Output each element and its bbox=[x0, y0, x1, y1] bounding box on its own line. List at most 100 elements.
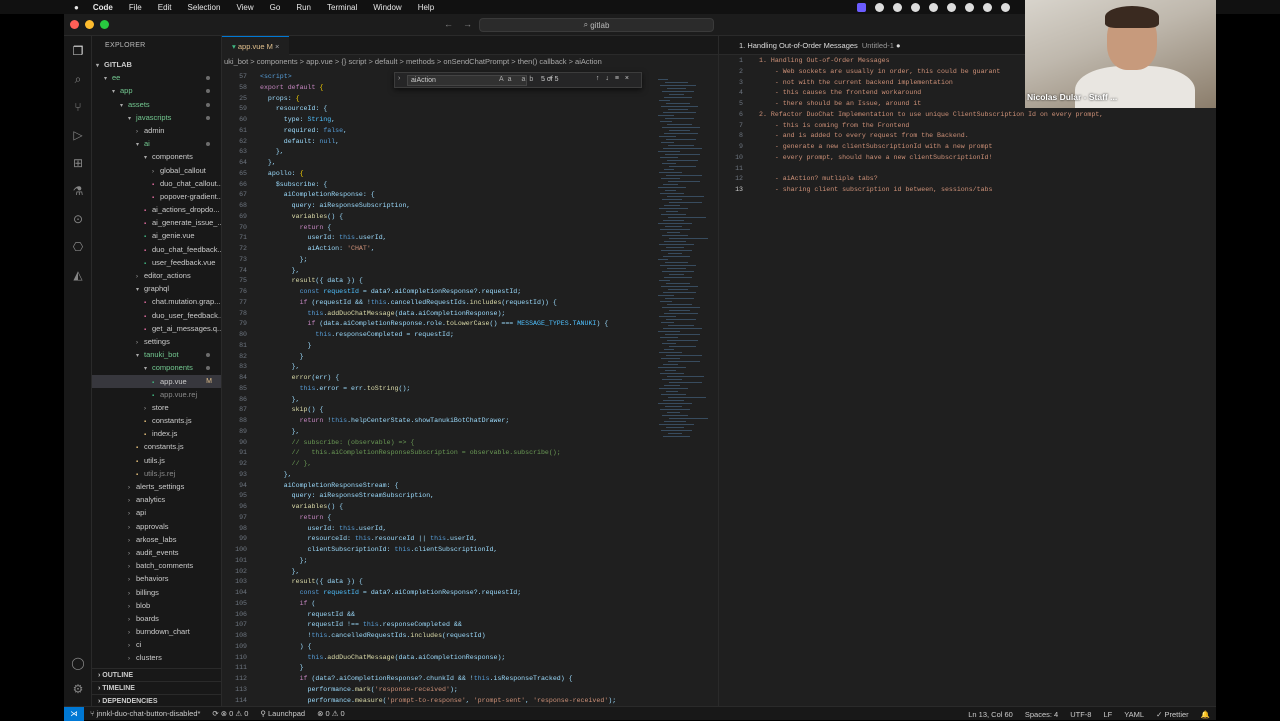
close-icon[interactable]: × bbox=[275, 42, 279, 51]
back-arrow-icon[interactable]: ← bbox=[444, 19, 453, 29]
outline-section[interactable]: › OUTLINE bbox=[92, 668, 221, 681]
language-mode[interactable]: YAML bbox=[1118, 710, 1150, 719]
status-icon[interactable] bbox=[1001, 2, 1010, 12]
remote-explorer-icon[interactable]: ⊙ bbox=[71, 212, 85, 226]
forward-arrow-icon[interactable]: → bbox=[463, 19, 472, 29]
tree-file[interactable]: ▪ app.vue M bbox=[92, 374, 221, 388]
timeline-section[interactable]: › TIMELINE bbox=[92, 681, 221, 694]
cursor-position[interactable]: Ln 13, Col 60 bbox=[962, 710, 1019, 719]
source-control-icon[interactable]: ⑂ bbox=[71, 100, 85, 114]
docker-icon[interactable]: ⎔ bbox=[71, 240, 85, 254]
tree-folder[interactable]: › billings bbox=[92, 586, 221, 599]
account-icon[interactable]: ◯ bbox=[71, 656, 85, 670]
tree-file[interactable]: ▪ get_ai_messages.q... bbox=[92, 322, 221, 335]
line-ending[interactable]: LF bbox=[1097, 710, 1118, 719]
remote-icon[interactable]: ⋊ bbox=[64, 706, 84, 721]
tree-file[interactable]: ▪ app.vue.rej bbox=[92, 388, 221, 401]
tree-folder[interactable]: › settings bbox=[92, 335, 221, 348]
tree-folder[interactable]: › approvals bbox=[92, 520, 221, 533]
tree-file[interactable]: ▪ chat.mutation.grap... bbox=[92, 295, 221, 308]
indentation[interactable]: Spaces: 4 bbox=[1019, 710, 1064, 719]
git-branch[interactable]: ⑂ jnnkl-duo-chat-button-disabled* bbox=[84, 709, 206, 718]
tree-file[interactable]: ▪ utils.js bbox=[92, 454, 221, 467]
menu-window[interactable]: Window bbox=[365, 3, 409, 12]
tree-folder[interactable]: › blob bbox=[92, 599, 221, 612]
tree-folder[interactable]: ▾ tanuki_bot bbox=[92, 348, 221, 361]
tree-folder[interactable]: › boards bbox=[92, 612, 221, 625]
tree-file[interactable]: ▪ ai_actions_dropdo... bbox=[92, 203, 221, 216]
workspace-root[interactable]: ▾ GITLAB bbox=[92, 58, 221, 71]
tree-file[interactable]: ▪ duo_chat_feedback... bbox=[92, 243, 221, 256]
tree-file[interactable]: ▪ ai_genie.vue bbox=[92, 229, 221, 242]
tree-folder[interactable]: › alerts_settings bbox=[92, 480, 221, 493]
status-icon[interactable] bbox=[965, 2, 974, 12]
command-center-search[interactable]: ⌕ gitlab bbox=[479, 18, 714, 32]
zoom-window-button[interactable] bbox=[100, 20, 109, 29]
menu-help[interactable]: Help bbox=[410, 3, 442, 12]
menu-run[interactable]: Run bbox=[288, 3, 319, 12]
tree-folder[interactable]: › api bbox=[92, 506, 221, 519]
problems-count[interactable]: ⊗ 0 ⚠ 0 bbox=[311, 709, 351, 718]
encoding[interactable]: UTF-8 bbox=[1064, 710, 1097, 719]
minimize-window-button[interactable] bbox=[85, 20, 94, 29]
tree-folder[interactable]: ▾ ee bbox=[92, 71, 221, 84]
menu-edit[interactable]: Edit bbox=[150, 3, 180, 12]
tree-folder[interactable]: ▾ graphql bbox=[92, 282, 221, 295]
search-icon[interactable]: ⌕ bbox=[71, 72, 85, 86]
status-icon[interactable] bbox=[983, 2, 992, 12]
tree-folder[interactable]: › analytics bbox=[92, 493, 221, 506]
status-icon[interactable] bbox=[875, 2, 884, 12]
notifications-icon[interactable]: 🔔 bbox=[1195, 710, 1216, 719]
launchpad-button[interactable]: ⚲ Launchpad bbox=[254, 709, 311, 718]
menu-terminal[interactable]: Terminal bbox=[319, 3, 365, 12]
tree-file[interactable]: ▪ user_feedback.vue bbox=[92, 256, 221, 269]
prettier-status[interactable]: ✓ Prettier bbox=[1150, 710, 1195, 719]
status-icon[interactable] bbox=[911, 2, 920, 12]
settings-gear-icon[interactable]: ⚙ bbox=[71, 682, 85, 696]
breadcrumb[interactable]: uki_bot > components > app.vue > {} scri… bbox=[222, 55, 718, 69]
tree-file[interactable]: ▪ duo_chat_callout... bbox=[92, 177, 221, 190]
tree-file[interactable]: ▪ index.js bbox=[92, 427, 221, 440]
screen-share-icon[interactable] bbox=[857, 2, 866, 12]
menu-go[interactable]: Go bbox=[262, 3, 289, 12]
extensions-icon[interactable]: ⊞ bbox=[71, 156, 85, 170]
tree-file[interactable]: ▪ constants.js bbox=[92, 414, 221, 427]
explorer-icon[interactable]: ❐ bbox=[71, 44, 85, 58]
menu-selection[interactable]: Selection bbox=[180, 3, 229, 12]
expand-replace-icon[interactable]: › bbox=[398, 75, 400, 82]
dependencies-section[interactable]: › DEPENDENCIES bbox=[92, 694, 221, 706]
apple-icon[interactable]: ● bbox=[0, 3, 85, 12]
status-icon[interactable] bbox=[929, 2, 938, 12]
gitlab-icon[interactable]: ◭ bbox=[71, 268, 85, 282]
tree-folder[interactable]: ▾ components bbox=[92, 150, 221, 163]
unsaved-dot-icon[interactable]: ● bbox=[896, 41, 901, 50]
close-window-button[interactable] bbox=[70, 20, 79, 29]
run-debug-icon[interactable]: ▷ bbox=[71, 128, 85, 142]
tree-folder[interactable]: › arkose_labs bbox=[92, 533, 221, 546]
tree-file[interactable]: ▪ duo_user_feedback... bbox=[92, 309, 221, 322]
tree-folder[interactable]: › store bbox=[92, 401, 221, 414]
tree-folder[interactable]: ▾ javascripts bbox=[92, 111, 221, 124]
tree-folder[interactable]: ▾ assets bbox=[92, 98, 221, 111]
testing-icon[interactable]: ⚗ bbox=[71, 184, 85, 198]
find-nav-buttons[interactable]: ↑↓≡× bbox=[596, 75, 635, 82]
menu-app[interactable]: Code bbox=[85, 3, 121, 12]
tree-folder[interactable]: › batch_comments bbox=[92, 559, 221, 572]
status-icon[interactable] bbox=[893, 2, 902, 12]
tree-folder[interactable]: › ci bbox=[92, 638, 221, 651]
tree-folder[interactable]: › admin bbox=[92, 124, 221, 137]
sync-status[interactable]: ⟳ ⊗ 0 ⚠ 0 bbox=[206, 709, 254, 718]
tree-folder[interactable]: ▾ components bbox=[92, 361, 221, 374]
tree-folder[interactable]: › clusters bbox=[92, 651, 221, 664]
tree-folder[interactable]: › behaviors bbox=[92, 572, 221, 585]
tab-app-vue[interactable]: ▾ app.vue M × bbox=[222, 36, 290, 55]
minimap[interactable] bbox=[654, 73, 714, 706]
tree-folder[interactable]: › audit_events bbox=[92, 546, 221, 559]
tree-folder[interactable]: ▾ app bbox=[92, 84, 221, 97]
tree-file[interactable]: ▪ constants.js bbox=[92, 440, 221, 453]
status-icon[interactable] bbox=[947, 2, 956, 12]
menu-view[interactable]: View bbox=[228, 3, 261, 12]
tree-folder[interactable]: ▾ ai bbox=[92, 137, 221, 150]
tree-folder[interactable]: › global_callout bbox=[92, 164, 221, 177]
tree-folder[interactable]: › burndown_chart bbox=[92, 625, 221, 638]
